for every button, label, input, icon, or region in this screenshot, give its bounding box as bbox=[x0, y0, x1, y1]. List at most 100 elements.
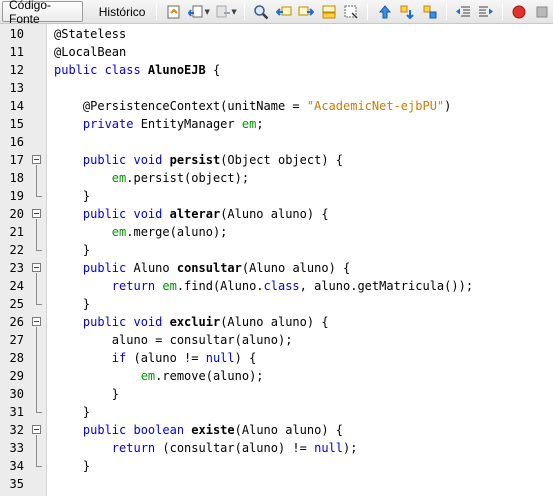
code-token: , aluno.getMatricula()); bbox=[299, 279, 474, 293]
last-edit-icon[interactable] bbox=[165, 3, 182, 21]
code-line[interactable]: 26 public void excluir(Aluno aluno) { bbox=[0, 313, 553, 331]
code-token: persist bbox=[169, 153, 221, 167]
fold-toggle-icon[interactable] bbox=[32, 155, 41, 164]
code-line[interactable]: 15 private EntityManager em; bbox=[0, 115, 553, 133]
code-token: consultar bbox=[176, 261, 242, 275]
code-token: AlunoEJB bbox=[147, 63, 206, 77]
code-line[interactable]: 35 bbox=[0, 475, 553, 493]
code-line[interactable]: 19 } bbox=[0, 187, 553, 205]
line-number: 32 bbox=[9, 423, 24, 437]
fold-end-marker bbox=[36, 304, 42, 305]
find-previous-icon[interactable] bbox=[275, 3, 292, 21]
start-macro-icon[interactable] bbox=[533, 3, 550, 21]
fold-guide-line bbox=[36, 165, 37, 196]
code-line[interactable]: 14 @PersistenceContext(unitName = "Acade… bbox=[0, 97, 553, 115]
find-selection-icon[interactable] bbox=[320, 3, 337, 21]
code-text: } bbox=[54, 403, 90, 421]
code-line[interactable]: 18 em.persist(object); bbox=[0, 169, 553, 187]
code-line[interactable]: 34 } bbox=[0, 457, 553, 475]
fold-guide-line bbox=[36, 273, 37, 304]
line-number: 34 bbox=[9, 459, 24, 473]
code-line[interactable]: 30 } bbox=[0, 385, 553, 403]
code-token: aluno = consultar(aluno); bbox=[54, 333, 293, 347]
code-token: "AcademicNet-ejbPU" bbox=[306, 99, 445, 113]
shift-right-icon[interactable] bbox=[477, 3, 494, 21]
fold-toggle-icon[interactable] bbox=[32, 425, 41, 434]
previous-bookmark-icon[interactable] bbox=[376, 3, 393, 21]
shift-left-icon[interactable] bbox=[455, 3, 472, 21]
code-token: @Stateless bbox=[54, 27, 127, 41]
code-line[interactable]: 31 } bbox=[0, 403, 553, 421]
code-text: em.merge(aluno); bbox=[54, 223, 228, 241]
code-token: public bbox=[82, 261, 127, 275]
code-token: excluir bbox=[169, 315, 221, 329]
tab-history[interactable]: Histórico bbox=[93, 1, 152, 22]
code-token: public void bbox=[82, 207, 170, 221]
code-line[interactable]: 32 public boolean existe(Aluno aluno) { bbox=[0, 421, 553, 439]
code-line[interactable]: 12 public class AlunoEJB { bbox=[0, 61, 553, 79]
code-token: .find(Aluno. bbox=[176, 279, 264, 293]
code-line[interactable]: 10 @Stateless bbox=[0, 25, 553, 43]
code-token: } bbox=[54, 459, 91, 473]
fold-toggle-icon[interactable] bbox=[32, 263, 41, 272]
code-token: (Object object) { bbox=[220, 153, 344, 167]
code-token: } bbox=[54, 387, 120, 401]
code-text: } bbox=[54, 187, 90, 205]
code-editor[interactable]: 10 @Stateless 11 @LocalBean 12 public class A… bbox=[0, 24, 553, 496]
stop-macro-icon[interactable] bbox=[511, 3, 528, 21]
line-number: 31 bbox=[9, 405, 24, 419]
code-line[interactable]: 22 } bbox=[0, 241, 553, 259]
code-token: class bbox=[263, 279, 300, 293]
line-number: 13 bbox=[9, 81, 24, 95]
code-token: em bbox=[241, 117, 257, 131]
code-text: public void excluir(Aluno aluno) { bbox=[54, 313, 329, 331]
code-token: Aluno bbox=[126, 261, 177, 275]
forward-icon[interactable] bbox=[215, 3, 232, 21]
code-line[interactable]: 20 public void alterar(Aluno aluno) { bbox=[0, 205, 553, 223]
fold-toggle-icon[interactable] bbox=[32, 209, 41, 218]
fold-toggle-icon[interactable] bbox=[32, 317, 41, 326]
line-number: 30 bbox=[9, 387, 24, 401]
code-line[interactable]: 33 return (consultar(aluno) != null); bbox=[0, 439, 553, 457]
line-number: 28 bbox=[9, 351, 24, 365]
find-icon[interactable] bbox=[253, 3, 270, 21]
code-line[interactable]: 21 em.merge(aluno); bbox=[0, 223, 553, 241]
code-line[interactable]: 13 bbox=[0, 79, 553, 97]
line-number: 12 bbox=[9, 63, 24, 77]
back-icon[interactable] bbox=[188, 3, 205, 21]
code-line[interactable]: 28 if (aluno != null) { bbox=[0, 349, 553, 367]
code-token: return bbox=[111, 441, 156, 455]
toggle-highlight-icon[interactable] bbox=[343, 3, 360, 21]
toolbar-separator bbox=[445, 3, 447, 20]
find-next-icon[interactable] bbox=[298, 3, 315, 21]
tab-source[interactable]: Código-Fonte bbox=[2, 0, 83, 26]
code-token: ) bbox=[444, 99, 452, 113]
code-token: } bbox=[54, 297, 91, 311]
code-line[interactable]: 27 aluno = consultar(aluno); bbox=[0, 331, 553, 349]
code-text: aluno = consultar(aluno); bbox=[54, 331, 293, 349]
toggle-bookmark-icon[interactable] bbox=[421, 3, 438, 21]
code-line[interactable]: 25 } bbox=[0, 295, 553, 313]
code-line[interactable]: 29 em.remove(aluno); bbox=[0, 367, 553, 385]
code-line[interactable]: 11 @LocalBean bbox=[0, 43, 553, 61]
code-text: } bbox=[54, 457, 90, 475]
back-dropdown-icon[interactable]: ▼ bbox=[204, 8, 209, 16]
line-number: 10 bbox=[9, 27, 24, 41]
fold-end-marker bbox=[36, 196, 42, 197]
code-line[interactable]: 16 bbox=[0, 133, 553, 151]
forward-dropdown-icon[interactable]: ▼ bbox=[231, 8, 236, 16]
code-line[interactable]: 23 public Aluno consultar(Aluno aluno) { bbox=[0, 259, 553, 277]
code-line[interactable]: 24 return em.find(Aluno.class, aluno.get… bbox=[0, 277, 553, 295]
code-line[interactable]: 17 public void persist(Object object) { bbox=[0, 151, 553, 169]
next-bookmark-icon[interactable] bbox=[399, 3, 416, 21]
code-token: em bbox=[162, 279, 177, 293]
code-text: public void persist(Object object) { bbox=[54, 151, 343, 169]
code-text: em.persist(object); bbox=[54, 169, 249, 187]
line-number: 35 bbox=[9, 477, 24, 491]
line-number: 19 bbox=[9, 189, 24, 203]
line-number: 22 bbox=[9, 243, 24, 257]
